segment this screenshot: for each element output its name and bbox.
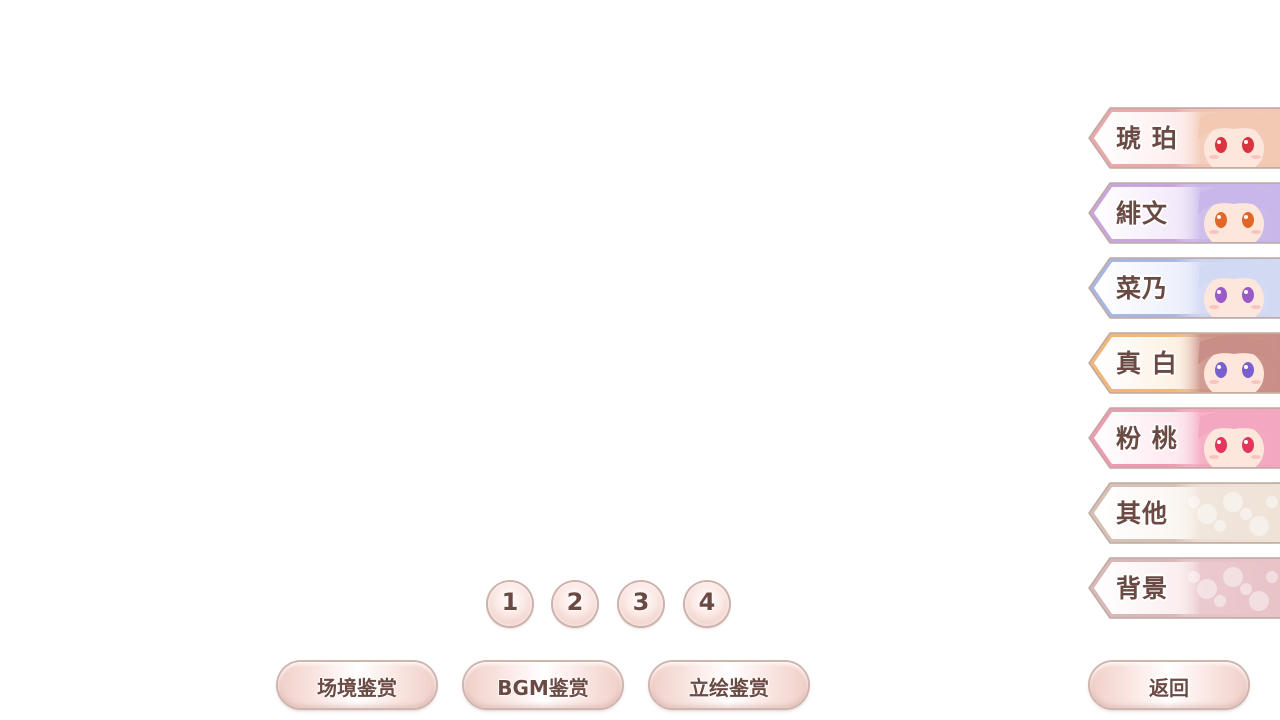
page-number: 3 — [632, 588, 650, 616]
bgm-gallery-label: BGM鉴赏 — [497, 676, 589, 700]
character-tab-kohaku[interactable]: 琥 珀 — [1088, 106, 1280, 170]
character-portrait-kohaku — [1174, 109, 1280, 167]
character-portrait-momo — [1174, 409, 1280, 467]
character-tab-label: 菜乃 — [1116, 274, 1169, 303]
character-tab-label: 背景 — [1116, 574, 1169, 603]
page-button-4[interactable]: 4 — [685, 582, 729, 626]
page-button-1[interactable]: 1 — [488, 582, 532, 626]
character-portrait-nano — [1174, 259, 1280, 317]
character-tab-mashiro[interactable]: 真 白 — [1088, 331, 1280, 395]
character-portrait-hifumi — [1174, 184, 1280, 242]
character-tab-nano[interactable]: 菜乃 — [1088, 256, 1280, 320]
character-tab-label: 琥 珀 — [1116, 124, 1178, 153]
back-button[interactable]: 返回 — [1090, 662, 1248, 708]
page-number: 1 — [501, 588, 519, 616]
character-tab-momo[interactable]: 粉 桃 — [1088, 406, 1280, 470]
scene-gallery-label: 场境鉴赏 — [317, 676, 397, 700]
character-tab-hifumi[interactable]: 緋文 — [1088, 181, 1280, 245]
tab-texture-background — [1174, 559, 1280, 617]
page-number: 2 — [566, 588, 584, 616]
bgm-gallery-button[interactable]: BGM鉴赏 — [464, 662, 622, 708]
page-number: 4 — [698, 588, 716, 616]
character-tab-other[interactable]: 其他 — [1088, 481, 1280, 545]
character-tab-label: 粉 桃 — [1116, 424, 1178, 453]
standing-art-gallery-button[interactable]: 立绘鉴赏 — [650, 662, 808, 708]
scene-gallery-button[interactable]: 场境鉴赏 — [278, 662, 436, 708]
tab-texture-other — [1174, 484, 1280, 542]
page-button-2[interactable]: 2 — [553, 582, 597, 626]
back-button-label: 返回 — [1149, 676, 1189, 700]
character-tab-label: 其他 — [1116, 499, 1169, 528]
gallery-screen: 琥 珀 緋文 菜乃 真 白 粉 桃 其他 背景 1 2 3 4 场境鉴赏 BGM… — [0, 0, 1280, 720]
character-tab-label: 真 白 — [1116, 349, 1178, 378]
character-portrait-mashiro — [1174, 334, 1280, 392]
character-tab-label: 緋文 — [1116, 199, 1169, 228]
character-tab-background[interactable]: 背景 — [1088, 556, 1280, 620]
standing-art-gallery-label: 立绘鉴赏 — [689, 676, 769, 700]
page-button-3[interactable]: 3 — [619, 582, 663, 626]
